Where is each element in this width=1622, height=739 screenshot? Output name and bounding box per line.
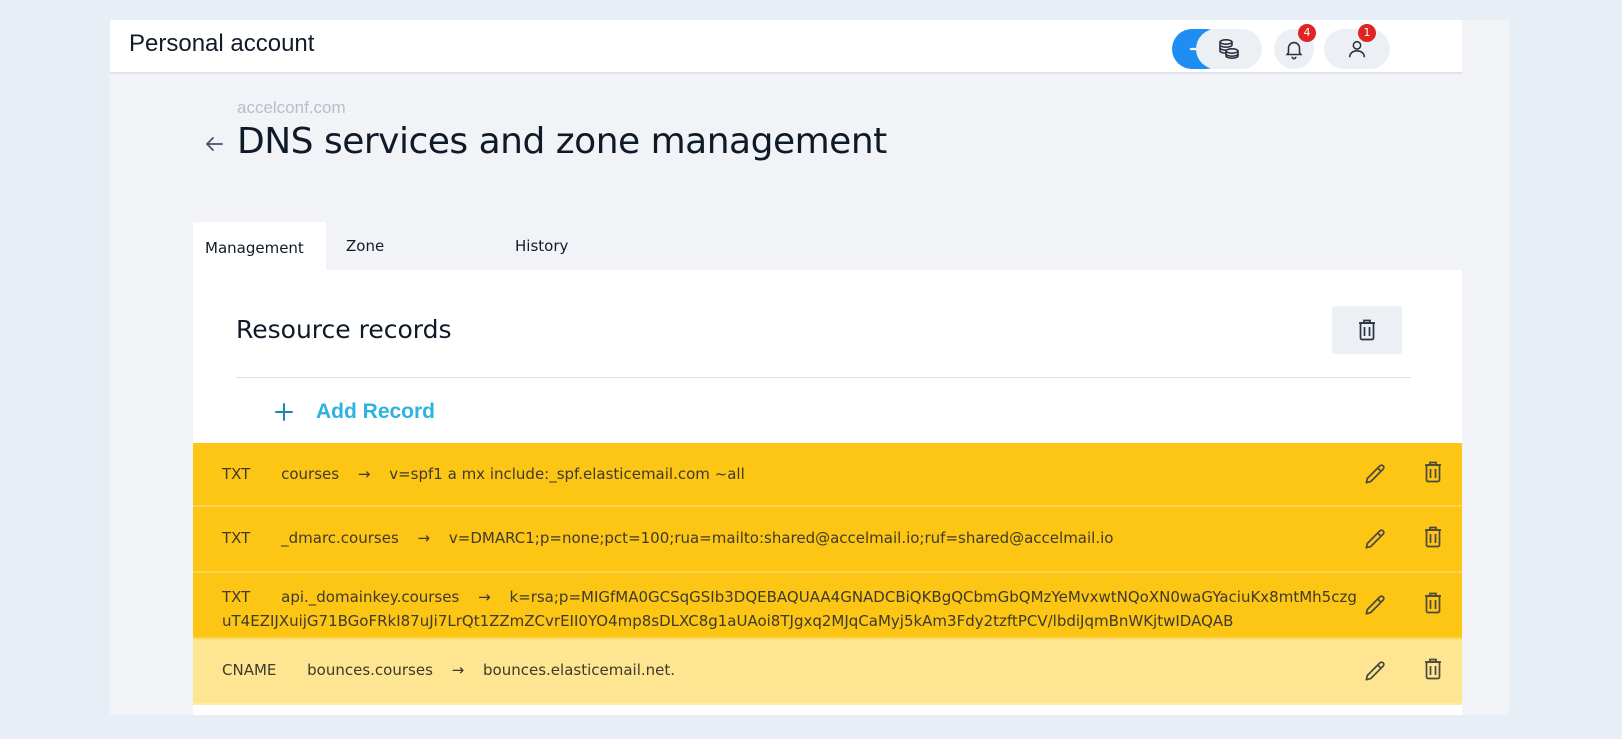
record-value: v=spf1 a mx include:_spf.elasticemail.co… [389,465,745,483]
notifications-button[interactable]: 4 [1274,24,1316,69]
arrow-right-icon: → [478,588,491,606]
bell-icon [1283,38,1305,60]
record-name: _dmarc.courses [281,529,399,547]
pencil-icon[interactable] [1362,461,1388,487]
trash-icon[interactable] [1424,658,1446,684]
record-type: CNAME [222,661,277,679]
app-title: Personal account [129,30,315,57]
plus-icon [273,401,295,423]
trash-icon[interactable] [1424,461,1446,487]
add-record-button[interactable]: Add Record [273,394,435,430]
arrow-right-icon: → [417,529,431,547]
trash-icon[interactable] [1424,526,1446,552]
arrow-left-icon[interactable] [202,132,226,156]
record-name: courses [281,465,340,483]
section-title: Resource records [236,315,452,344]
record-name: bounces.courses [307,661,433,679]
record-row: CNAME bounces.courses → bounces.elastice… [193,639,1462,705]
main-content: accelconf.com DNS services and zone mana… [140,76,1462,715]
pencil-icon[interactable] [1362,658,1388,684]
trash-icon[interactable] [1424,592,1446,618]
record-row: TXT _dmarc.courses → v=DMARC1;p=none;pct… [193,507,1462,573]
coins-icon [1217,37,1241,61]
top-bar: Personal account 4 1 [110,20,1462,74]
tab-management[interactable]: Management [193,222,326,270]
record-type: TXT [222,588,251,606]
trash-icon [1358,319,1376,341]
app-frame: Personal account 4 1 accelconf.com DNS s… [110,20,1510,715]
notifications-badge: 4 [1298,24,1316,42]
tab-zone-templates[interactable]: Zone Templates [334,222,434,303]
record-value: v=DMARC1;p=none;pct=100;rua=mailto:share… [448,529,1114,547]
delete-records-button[interactable] [1332,306,1402,354]
pencil-icon[interactable] [1362,526,1388,552]
arrow-right-icon: → [357,465,371,483]
record-row: TXT courses → v=spf1 a mx include:_spf.e… [193,443,1462,507]
record-row: TXT api._domainkey.courses → k=rsa;p=MIG… [193,573,1462,639]
add-record-label: Add Record [316,400,436,423]
pencil-icon[interactable] [1362,592,1388,618]
resource-records-card: Resource records Add Record TXT courses … [193,270,1462,715]
arrow-right-icon: → [451,661,465,679]
record-type: TXT [222,465,251,483]
tab-history[interactable]: History [503,222,580,270]
domain-breadcrumb: accelconf.com [237,98,346,117]
record-value: bounces.elasticemail.net. [483,661,676,679]
record-type: TXT [222,529,251,547]
divider [236,377,1411,378]
billing-button[interactable] [1196,29,1262,69]
profile-button[interactable]: 1 [1324,24,1390,69]
records-list: TXT courses → v=spf1 a mx include:_spf.e… [193,443,1462,705]
record-name: api._domainkey.courses [281,588,460,606]
page-title: DNS services and zone management [237,121,887,162]
profile-badge: 1 [1358,24,1376,42]
